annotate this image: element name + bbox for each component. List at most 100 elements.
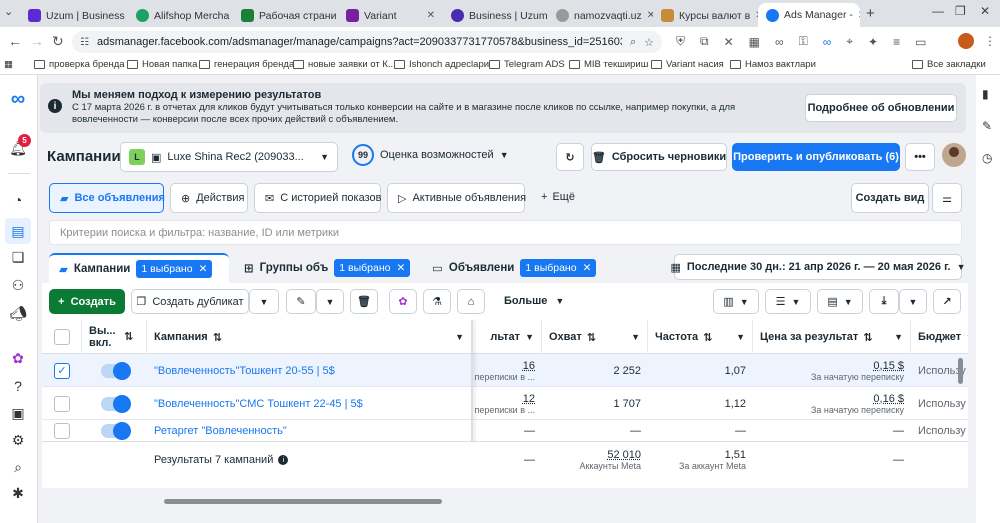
link-icon[interactable]: ∞ <box>775 35 784 49</box>
apps-icon[interactable]: ▦ <box>4 59 13 70</box>
location-icon[interactable]: ⌖ <box>846 34 853 49</box>
minimize-icon[interactable]: — <box>932 4 944 18</box>
close-icon[interactable]: ✕ <box>583 262 592 274</box>
shield-icon[interactable]: ⛨ <box>676 34 685 49</box>
horizontal-scrollbar[interactable] <box>164 499 442 504</box>
duplicate-button[interactable]: ❐ Создать дубликат <box>131 289 249 314</box>
columns-button[interactable]: ▥ ▼ <box>713 289 759 314</box>
table-row[interactable]: Ретаргет "Вовлеченность" — — — — Использ… <box>42 420 968 442</box>
puzzle-icon[interactable]: ✦ <box>868 35 878 49</box>
ab-test-button[interactable]: ⚗ <box>423 289 451 314</box>
bookmark-folder[interactable]: MIB текшириш <box>569 59 648 70</box>
level-tab-campaigns[interactable]: ▰ Кампании 1 выбрано ✕ <box>49 253 229 283</box>
meta-logo-icon[interactable]: ∞ <box>8 88 28 110</box>
edit-dropdown[interactable]: ▼ <box>316 289 344 314</box>
campaign-link[interactable]: "Вовлеченность"Тошкент 20-55 | 5$ <box>154 365 465 377</box>
campaign-toggle[interactable] <box>100 394 131 413</box>
chart-icon[interactable]: ▮ <box>982 87 989 101</box>
more-actions-button[interactable]: Больше ▼ <box>504 295 564 307</box>
create-button[interactable]: + Создать <box>49 289 125 314</box>
chart-toggle-button[interactable]: ↗ <box>933 289 961 314</box>
checked-checkbox[interactable]: ✓ <box>54 362 70 379</box>
campaign-toggle[interactable] <box>100 361 131 380</box>
glasses-icon[interactable]: ∞ <box>823 35 832 49</box>
window-close-icon[interactable]: ✕ <box>980 4 990 18</box>
browser-tab[interactable]: Alifshop Mercha✕ <box>128 4 233 27</box>
reports-icon[interactable]: ▣ <box>8 403 28 423</box>
user-avatar[interactable] <box>942 143 966 167</box>
zoom-icon[interactable]: ⌕ <box>630 36 636 49</box>
more-views-button[interactable]: + Ещё <box>541 191 575 203</box>
campaign-link[interactable]: "Вовлеченность"СМС Тошкент 22-45 | 5$ <box>154 398 465 410</box>
browser-tab[interactable]: namozvaqti.uz ✕ <box>548 4 653 27</box>
audiences-icon[interactable]: ⚇ <box>8 275 28 295</box>
close-icon[interactable]: ✕ <box>199 263 208 275</box>
tab-all-ads[interactable]: ▰ Все объявления <box>49 183 165 213</box>
review-publish-button[interactable]: Проверить и опубликовать (6) <box>732 143 900 171</box>
learn-more-button[interactable]: Подробнее об обновлении <box>805 94 957 122</box>
tag-button[interactable]: ⌂ <box>457 289 485 314</box>
bug-icon[interactable]: ✱ <box>8 483 28 503</box>
col-campaign[interactable]: Кампания ⇅ ▼ <box>147 320 472 354</box>
extension-icon[interactable]: ⧉ <box>700 34 709 49</box>
browser-tab[interactable]: Рабочая страни✕ <box>233 4 338 27</box>
more-options-button[interactable]: ••• <box>905 143 935 171</box>
ai-button[interactable]: ✿ <box>389 289 417 314</box>
menu-dots-icon[interactable]: ⋮ <box>984 34 996 48</box>
level-tab-adsets[interactable]: ⊞ Группы объ 1 выбрано ✕ <box>244 259 411 277</box>
dashboard-gauge-icon[interactable]: ◔ <box>8 190 28 210</box>
table-row[interactable]: "Вовлеченность"СМС Тошкент 22-45 | 5$ 12… <box>42 387 968 420</box>
view-settings-button[interactable]: ⚌ <box>932 183 962 213</box>
tab-search-icon[interactable]: ⌄ <box>4 5 13 18</box>
browser-tab-active[interactable]: Ads Manager - ✕ <box>758 3 860 27</box>
search-icon[interactable]: ⌕ <box>8 457 28 477</box>
tab-active-ads[interactable]: ▷ Активные объявления <box>387 183 526 213</box>
pages-icon[interactable]: ❏ <box>8 247 28 267</box>
close-icon[interactable]: ✕ <box>858 10 860 21</box>
tab-actions[interactable]: ⊕ Действия <box>170 183 248 213</box>
ad-account-selector[interactable]: L ▣ Luxe Shina Rec2 (209033... ▼ <box>120 142 338 172</box>
campaign-link[interactable]: Ретаргет "Вовлеченность" <box>154 425 465 437</box>
key-icon[interactable]: ⚿ <box>799 34 808 49</box>
grid-icon[interactable]: ▦ <box>749 35 760 49</box>
back-icon[interactable]: ← <box>8 33 22 49</box>
search-filter-input[interactable]: Критерии поиска и фильтра: название, ID … <box>49 220 962 245</box>
site-info-icon[interactable]: ☷ <box>80 37 89 48</box>
select-all-checkbox[interactable] <box>53 329 70 345</box>
megaphone-icon[interactable]: 📣︎ <box>8 303 28 323</box>
opportunity-score[interactable]: 99 Оценка возможностей ▼ <box>352 144 509 166</box>
bookmark-folder[interactable]: новые заявки от К... <box>293 59 396 70</box>
col-cost-per-result[interactable]: Цена за результат ⇅ ▼ <box>753 320 911 354</box>
edit-button[interactable]: ✎ <box>286 289 316 314</box>
maximize-icon[interactable]: ❐ <box>955 4 966 18</box>
bookmark-folder[interactable]: Намоз вактлари <box>730 59 816 70</box>
col-onoff[interactable]: Вы... вкл. ⇅ <box>82 320 147 354</box>
breakdown-button[interactable]: ☰ ▼ <box>765 289 811 314</box>
history-clock-icon[interactable]: ◷ <box>982 151 992 165</box>
media-icon[interactable]: ≡ <box>893 35 900 49</box>
reports-button[interactable]: ▤ ▼ <box>817 289 863 314</box>
col-budget[interactable]: Бюджет↑ <box>911 320 968 354</box>
table-row[interactable]: ✓ "Вовлеченность"Тошкент 20-55 | 5$ 16 пе… <box>42 354 968 387</box>
bookmark-folder[interactable]: проверка бренда <box>34 59 125 70</box>
ai-sparkle-icon[interactable]: ✿ <box>8 348 28 368</box>
bookmark-folder[interactable]: генерация бренда <box>199 59 294 70</box>
browser-tab[interactable]: Uzum | Business✕ <box>20 4 128 27</box>
refresh-button[interactable]: ↻ <box>556 143 584 171</box>
row-checkbox[interactable] <box>54 423 70 439</box>
bookmark-folder[interactable]: Новая папка <box>127 59 197 70</box>
edit-pencil-icon[interactable]: ✎ <box>982 119 992 133</box>
delete-button[interactable]: 🗑︎ <box>350 289 378 314</box>
info-icon[interactable]: i <box>278 455 289 465</box>
row-checkbox[interactable] <box>54 395 70 412</box>
tab-with-history[interactable]: ✉ С историей показов <box>254 183 381 213</box>
translate-icon[interactable]: ✕ <box>724 35 734 49</box>
level-tab-ads[interactable]: ▭ Объявлени 1 выбрано ✕ <box>432 259 597 277</box>
browser-tab[interactable]: Курсы валют в✕ <box>653 4 758 27</box>
bookmark-folder[interactable]: Variant насия <box>651 59 724 70</box>
col-results[interactable]: льтат ▼ <box>472 320 542 354</box>
campaign-toggle[interactable] <box>100 422 131 440</box>
campaigns-table-icon[interactable]: ▤ <box>5 218 31 244</box>
cast-icon[interactable]: ▭ <box>915 35 926 49</box>
profile-avatar[interactable] <box>958 33 974 49</box>
